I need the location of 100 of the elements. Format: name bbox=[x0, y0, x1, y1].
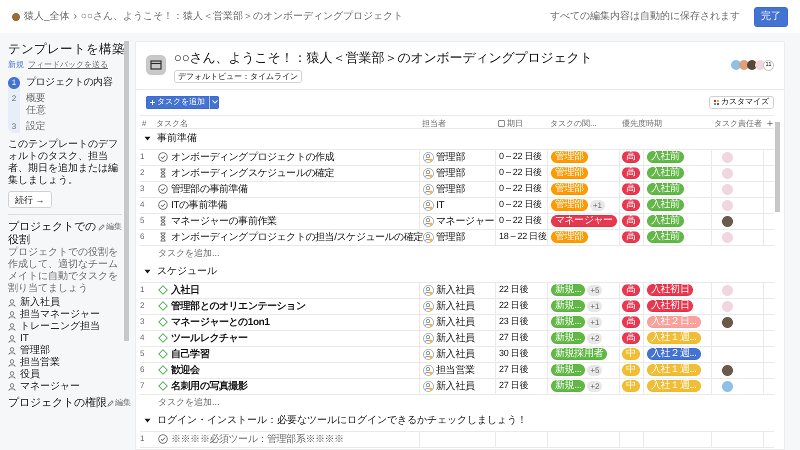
period-tag: 入社１週... bbox=[647, 364, 701, 376]
due-date-text: 23 日後 bbox=[499, 315, 528, 328]
task-name[interactable]: 名刺用の写真撮影 bbox=[171, 378, 248, 394]
role-assignee-icon bbox=[423, 316, 434, 328]
role-item[interactable]: トレーニング担当 bbox=[20, 321, 100, 333]
step-number[interactable]: 1 bbox=[8, 77, 20, 89]
task-name[interactable]: オンボーディングプロジェクトの作成 bbox=[171, 150, 334, 164]
table-scrollbar[interactable] bbox=[775, 122, 780, 212]
task-name[interactable]: オンボーディングスケジュールの確定 bbox=[171, 166, 334, 180]
caret-icon[interactable] bbox=[144, 417, 151, 424]
more-count[interactable]: +2 bbox=[587, 380, 602, 392]
step-label[interactable]: プロジェクトの内容 bbox=[26, 77, 112, 89]
column-header[interactable]: タスクの関... bbox=[548, 118, 620, 130]
member-avatar[interactable] bbox=[739, 60, 749, 70]
add-task-link[interactable]: タスクを追加... bbox=[158, 246, 220, 260]
check-circle-icon[interactable] bbox=[158, 434, 168, 444]
role-item[interactable]: IT bbox=[20, 333, 29, 345]
continue-button[interactable]: 続行 → bbox=[8, 191, 52, 208]
section-title[interactable]: ログイン・インストール：必要なツールにログインできるかチェックしましょう！ bbox=[157, 413, 527, 428]
category-tag: 新規... bbox=[551, 380, 586, 392]
person-icon bbox=[8, 383, 16, 391]
hourglass-icon[interactable] bbox=[158, 216, 168, 226]
role-item[interactable]: 担当営業 bbox=[20, 357, 60, 369]
task-name[interactable]: 管理部の事前準備 bbox=[171, 182, 248, 196]
edit-link[interactable]: 編集 bbox=[115, 397, 131, 409]
priority-tag: 中 bbox=[622, 364, 640, 376]
priority-tag: 中 bbox=[622, 380, 640, 392]
more-count[interactable]: +1 bbox=[587, 300, 602, 312]
task-name[interactable]: ツールレクチャー bbox=[171, 330, 248, 346]
add-task-dropdown[interactable] bbox=[209, 96, 219, 108]
role-item[interactable]: マネージャー bbox=[20, 381, 80, 393]
task-name[interactable]: オンボーディングプロジェクトの担当/スケジュールの確定 bbox=[171, 230, 423, 244]
priority-tag: 高 bbox=[622, 231, 640, 243]
step-label[interactable]: 概要 bbox=[26, 93, 46, 105]
period-tag: 入社初日 bbox=[647, 300, 694, 312]
assignee-text: 管理部 bbox=[436, 182, 466, 196]
column-header[interactable]: # bbox=[140, 118, 154, 130]
category-tag: 管理部 bbox=[551, 231, 588, 243]
step-number[interactable]: 3 bbox=[8, 121, 20, 133]
default-view-chip[interactable]: デフォルトビュー：タイムライン bbox=[174, 70, 302, 82]
section-title[interactable]: スケジュール bbox=[157, 264, 217, 279]
step-number[interactable]: 2 bbox=[8, 93, 20, 105]
role-item[interactable]: 担当マネージャー bbox=[20, 309, 100, 321]
role-item[interactable]: 管理部 bbox=[20, 345, 50, 357]
feedback-link[interactable]: フィードバックを送る bbox=[28, 59, 108, 71]
due-date-text: 0 – 22 日後 bbox=[499, 198, 542, 212]
row-number: 4 bbox=[140, 332, 146, 344]
more-count[interactable]: +2 bbox=[587, 332, 602, 344]
caret-icon[interactable] bbox=[144, 268, 151, 275]
task-name[interactable]: マネージャーの事前作業 bbox=[171, 214, 277, 228]
more-count[interactable]: +5 bbox=[587, 364, 602, 376]
role-assignee-icon bbox=[423, 284, 434, 296]
assignee-text: 新入社員 bbox=[436, 380, 475, 394]
assignee-text: 新入社員 bbox=[436, 300, 475, 314]
customize-button[interactable]: カスタマイズ bbox=[709, 96, 774, 108]
due-date-text: 0 – 22 日後 bbox=[499, 214, 542, 228]
task-name[interactable]: 自己学習 bbox=[171, 346, 210, 362]
column-header[interactable]: 担当者 bbox=[420, 118, 496, 130]
more-count[interactable]: +1 bbox=[590, 200, 605, 210]
category-tag: 管理部 bbox=[551, 151, 588, 163]
task-name[interactable]: ITの事前準備 bbox=[171, 198, 228, 212]
step-label[interactable]: 設定 bbox=[26, 121, 46, 133]
done-button[interactable]: 完了 bbox=[754, 6, 788, 26]
add-task-button[interactable]: タスクを追加 bbox=[146, 96, 209, 108]
section-title[interactable]: 事前準備 bbox=[157, 131, 197, 146]
column-header[interactable]: 時期 bbox=[644, 118, 712, 130]
row-number: 5 bbox=[140, 215, 146, 227]
role-item[interactable]: 役員 bbox=[20, 369, 40, 381]
hourglass-icon[interactable] bbox=[158, 168, 168, 178]
person-icon bbox=[8, 311, 16, 319]
add-task-link[interactable]: タスクを追加... bbox=[158, 396, 220, 410]
more-count[interactable]: +5 bbox=[587, 284, 602, 296]
category-tag: 新規... bbox=[551, 332, 586, 344]
row-number: 1 bbox=[140, 433, 146, 445]
check-circle-icon[interactable] bbox=[158, 184, 168, 194]
task-name[interactable]: 歓迎会 bbox=[171, 362, 200, 378]
check-circle-icon[interactable] bbox=[158, 152, 168, 162]
column-header[interactable]: 期日 bbox=[496, 118, 548, 130]
task-name[interactable]: マネージャーとの1on1 bbox=[171, 314, 270, 330]
more-count[interactable]: +1 bbox=[587, 316, 602, 328]
task-name[interactable]: 入社日 bbox=[171, 282, 200, 298]
task-name[interactable]: 管理部とのオリエンテーション bbox=[171, 298, 306, 314]
task-name[interactable]: ※※※※必須ツール：管理部系※※※※ bbox=[171, 432, 344, 446]
edit-link[interactable]: 編集 bbox=[106, 221, 122, 233]
column-header[interactable]: + bbox=[764, 116, 776, 132]
hourglass-icon[interactable] bbox=[158, 232, 168, 242]
caret-icon[interactable] bbox=[144, 135, 151, 142]
permissions-heading: プロジェクトの権限 bbox=[8, 397, 107, 409]
member-avatar[interactable] bbox=[747, 60, 757, 70]
column-header[interactable]: タスク責任者 bbox=[712, 118, 764, 130]
roles-heading: プロジェクトでの役割 bbox=[8, 221, 97, 246]
assignee-text: 管理部 bbox=[436, 230, 466, 244]
sidebar-scrollbar[interactable] bbox=[124, 41, 129, 341]
member-avatar[interactable] bbox=[755, 60, 765, 70]
role-item[interactable]: 新入社員 bbox=[20, 297, 60, 309]
project-title: ○○さん、ようこそ！：猿人＜営業部＞のオンボーディングプロジェクト bbox=[174, 49, 593, 67]
column-header[interactable]: タスク名 bbox=[154, 118, 420, 130]
column-header[interactable]: 優先度 bbox=[620, 118, 644, 130]
breadcrumb-link[interactable]: 猿人_全体 bbox=[24, 9, 70, 24]
check-circle-icon[interactable] bbox=[158, 200, 168, 210]
